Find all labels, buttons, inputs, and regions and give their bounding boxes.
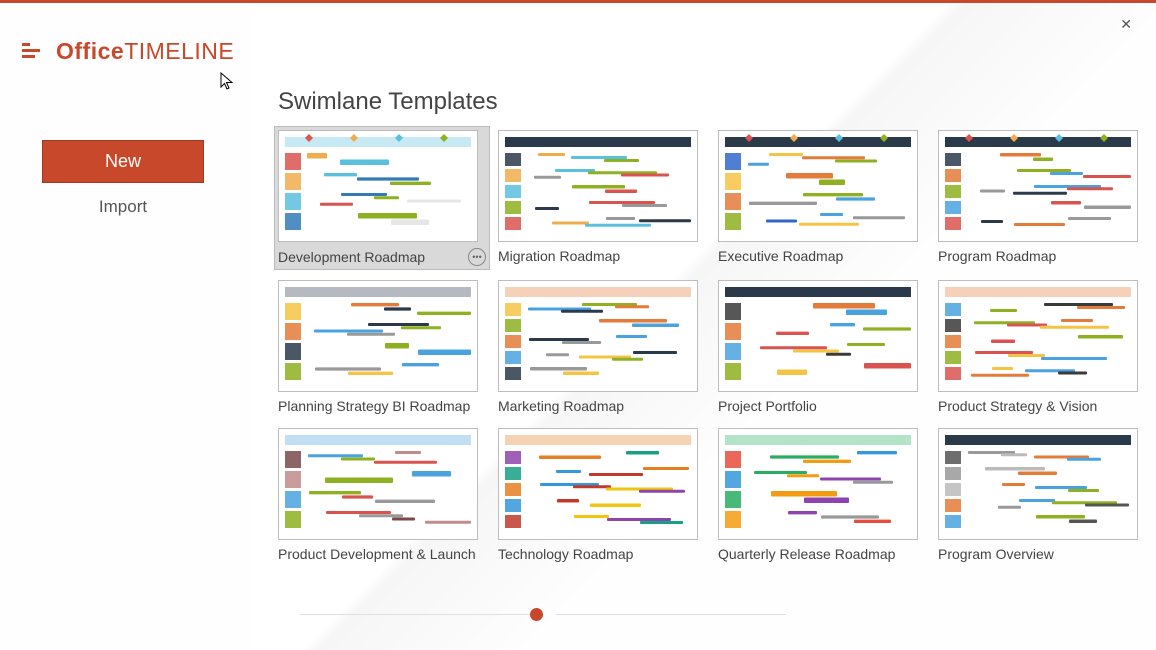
page-title: Swimlane Templates (278, 88, 1148, 116)
template-label: Project Portfolio (718, 398, 817, 414)
template-label-row: Development Roadmap ••• (278, 248, 486, 266)
template-tile[interactable]: Migration Roadmap (498, 130, 706, 266)
template-label-row: Migration Roadmap (498, 248, 706, 264)
template-tile[interactable]: Executive Roadmap (718, 130, 926, 266)
template-thumbnail (498, 280, 698, 392)
template-tile[interactable]: Product Development & Launch (278, 428, 486, 562)
template-label: Migration Roadmap (498, 248, 620, 264)
template-label: Program Roadmap (938, 248, 1056, 264)
main-content: Swimlane Templates Development Roadmap ••… (278, 88, 1148, 562)
template-thumbnail (498, 428, 698, 540)
accent-bar (0, 0, 1156, 3)
template-tile[interactable]: Marketing Roadmap (498, 280, 706, 414)
new-button[interactable]: New (42, 140, 204, 183)
template-label-row: Marketing Roadmap (498, 398, 706, 414)
template-tile[interactable]: Program Roadmap (938, 130, 1146, 266)
import-button[interactable]: Import (42, 183, 204, 217)
brand-text-timeline: TIMELINE (124, 38, 234, 64)
pager[interactable] (530, 608, 543, 621)
template-label: Program Overview (938, 546, 1054, 562)
more-options-button[interactable]: ••• (468, 248, 486, 266)
template-thumbnail (718, 130, 918, 242)
template-label-row: Program Overview (938, 546, 1146, 562)
template-thumbnail (718, 280, 918, 392)
brand-text-office: Office (56, 38, 124, 64)
pager-track-left (300, 614, 530, 615)
template-label-row: Planning Strategy BI Roadmap (278, 398, 486, 414)
template-tile[interactable]: Product Strategy & Vision (938, 280, 1146, 414)
template-label: Product Strategy & Vision (938, 398, 1097, 414)
close-icon: ✕ (1120, 16, 1132, 32)
template-thumbnail (278, 428, 478, 540)
template-tile[interactable]: Program Overview (938, 428, 1146, 562)
template-thumbnail (498, 130, 698, 242)
template-label: Planning Strategy BI Roadmap (278, 398, 470, 414)
template-tile[interactable]: Planning Strategy BI Roadmap (278, 280, 486, 414)
close-button[interactable]: ✕ (1116, 12, 1136, 37)
template-label-row: Product Strategy & Vision (938, 398, 1146, 414)
template-label: Technology Roadmap (498, 546, 633, 562)
template-thumbnail (938, 130, 1138, 242)
template-label-row: Executive Roadmap (718, 248, 926, 264)
timeline-icon (22, 41, 50, 63)
template-thumbnail (938, 428, 1138, 540)
template-grid: Development Roadmap ••• Migration Roadmap E… (278, 130, 1148, 562)
ellipsis-icon: ••• (472, 252, 481, 262)
template-label: Marketing Roadmap (498, 398, 624, 414)
mouse-cursor-icon (220, 72, 236, 97)
template-label: Product Development & Launch (278, 546, 476, 562)
brand-text: OfficeTIMELINE (56, 38, 234, 65)
template-thumbnail (278, 130, 478, 242)
template-label-row: Project Portfolio (718, 398, 926, 414)
template-thumbnail (938, 280, 1138, 392)
template-tile[interactable]: Technology Roadmap (498, 428, 706, 562)
template-label: Executive Roadmap (718, 248, 843, 264)
pager-dot-active[interactable] (530, 608, 543, 621)
template-label-row: Technology Roadmap (498, 546, 706, 562)
template-tile[interactable]: Development Roadmap ••• (274, 126, 490, 270)
template-label: Development Roadmap (278, 249, 425, 265)
brand-logo: OfficeTIMELINE (22, 38, 234, 65)
template-tile[interactable]: Quarterly Release Roadmap (718, 428, 926, 562)
template-label-row: Product Development & Launch (278, 546, 486, 562)
template-label-row: Program Roadmap (938, 248, 1146, 264)
template-label-row: Quarterly Release Roadmap (718, 546, 926, 562)
template-thumbnail (278, 280, 478, 392)
template-label: Quarterly Release Roadmap (718, 546, 895, 562)
template-thumbnail (718, 428, 918, 540)
pager-track-right (556, 614, 786, 615)
sidebar: New Import (42, 140, 204, 217)
template-tile[interactable]: Project Portfolio (718, 280, 926, 414)
